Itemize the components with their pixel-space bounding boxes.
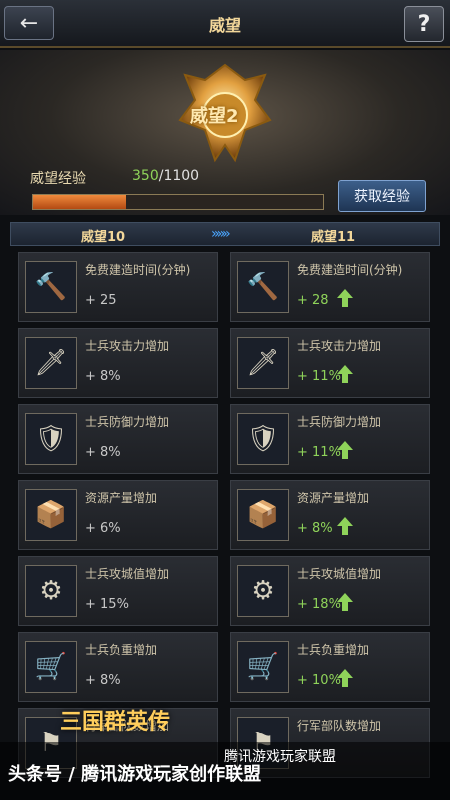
- stat-label: 士兵攻击力增加: [85, 339, 170, 353]
- help-button[interactable]: ?: [404, 6, 444, 42]
- up-arrow-icon: [337, 365, 353, 383]
- hammer-icon: 🔨: [237, 261, 289, 313]
- top-bar: ← 威望 ?: [0, 0, 450, 48]
- stat-row: 🛒 士兵负重增加 + 8% 🛒 士兵负重增加 + 10%: [18, 632, 434, 702]
- stat-value-increased: + 11%: [297, 369, 341, 384]
- stat-label: 行军部队数增加: [297, 719, 382, 733]
- stat-card-next: 🔨 免费建造时间(分钟) + 28: [230, 252, 430, 322]
- credit-text: 头条号 / 腾讯游戏玩家创作联盟: [8, 764, 262, 785]
- stat-label: 士兵防御力增加: [85, 415, 170, 429]
- stat-label: 士兵攻城值增加: [297, 567, 382, 581]
- stat-value-increased: + 28: [297, 293, 329, 308]
- resource-chest-icon: 📦: [237, 489, 289, 541]
- current-level-label: 威望10: [81, 230, 126, 245]
- game-logo: 三国群英传: [60, 710, 171, 735]
- stat-label: 资源产量增加: [85, 491, 158, 505]
- experience-label: 威望经验: [30, 171, 86, 187]
- supply-cart-icon: 🛒: [25, 641, 77, 693]
- stat-card-current: 🛡 士兵防御力增加 + 8%: [18, 404, 218, 474]
- stat-card-next: 📦 资源产量增加 + 8%: [230, 480, 430, 550]
- experience-max: /1100: [158, 168, 200, 184]
- stat-row: 🛡 士兵防御力增加 + 8% 🛡 士兵防御力增加 + 11%: [18, 404, 434, 474]
- experience-progress-bar: [32, 194, 324, 210]
- stat-value: + 25: [85, 293, 117, 308]
- level-comparison-header: 威望10 »»» 威望11: [10, 222, 440, 246]
- prestige-level-badge: 威望2: [190, 106, 239, 127]
- up-arrow-icon: [337, 517, 353, 535]
- stat-value-increased: + 18%: [297, 597, 341, 612]
- up-arrow-icon: [337, 669, 353, 687]
- up-arrow-icon: [337, 593, 353, 611]
- double-chevron-right-icon: »»»: [211, 226, 231, 242]
- stat-label: 免费建造时间(分钟): [297, 263, 403, 277]
- stat-row: 📦 资源产量增加 + 6% 📦 资源产量增加 + 8%: [18, 480, 434, 550]
- stat-row: ⚙ 士兵攻城值增加 + 15% ⚙ 士兵攻城值增加 + 18%: [18, 556, 434, 626]
- stat-value-increased: + 8%: [297, 521, 333, 536]
- catapult-icon: ⚙: [237, 565, 289, 617]
- stat-card-next: 🛡 士兵防御力增加 + 11%: [230, 404, 430, 474]
- stat-value: + 8%: [85, 369, 121, 384]
- stat-value: + 8%: [85, 445, 121, 460]
- stat-value-increased: + 11%: [297, 445, 341, 460]
- get-experience-button[interactable]: 获取经验: [338, 180, 426, 212]
- experience-current: 350: [132, 168, 159, 184]
- up-arrow-icon: [337, 441, 353, 459]
- experience-value: 350/1100: [132, 168, 199, 184]
- next-level-label: 威望11: [311, 230, 356, 245]
- prestige-hero: 威望2 威望经验 350/1100 获取经验: [0, 50, 450, 215]
- stat-card-current: 📦 资源产量增加 + 6%: [18, 480, 218, 550]
- catapult-icon: ⚙: [25, 565, 77, 617]
- stat-row: 🔨 免费建造时间(分钟) + 25 🔨 免费建造时间(分钟) + 28: [18, 252, 434, 322]
- stat-label: 士兵负重增加: [297, 643, 370, 657]
- shield-soldier-icon: 🛡: [25, 413, 77, 465]
- shield-soldier-icon: 🛡: [237, 413, 289, 465]
- stat-row: 🗡 士兵攻击力增加 + 8% 🗡 士兵攻击力增加 + 11%: [18, 328, 434, 398]
- up-arrow-icon: [337, 289, 353, 307]
- resource-chest-icon: 📦: [25, 489, 77, 541]
- experience-progress-fill: [33, 195, 126, 209]
- stat-card-current: 🗡 士兵攻击力增加 + 8%: [18, 328, 218, 398]
- stat-label: 士兵攻击力增加: [297, 339, 382, 353]
- stat-value-increased: + 10%: [297, 673, 341, 688]
- hammer-icon: 🔨: [25, 261, 77, 313]
- stat-card-next: 🛒 士兵负重增加 + 10%: [230, 632, 430, 702]
- stat-card-next: 🗡 士兵攻击力增加 + 11%: [230, 328, 430, 398]
- stat-label: 士兵负重增加: [85, 643, 158, 657]
- stat-card-current: 🛒 士兵负重增加 + 8%: [18, 632, 218, 702]
- stat-value: + 15%: [85, 597, 129, 612]
- stat-label: 免费建造时间(分钟): [85, 263, 191, 277]
- stat-label: 士兵攻城值增加: [85, 567, 170, 581]
- stat-value: + 8%: [85, 673, 121, 688]
- watermark-bar: 腾讯游戏玩家联盟 头条号 / 腾讯游戏玩家创作联盟: [0, 742, 450, 800]
- stat-card-current: 🔨 免费建造时间(分钟) + 25: [18, 252, 218, 322]
- sword-soldier-icon: 🗡: [25, 337, 77, 389]
- stat-card-current: ⚙ 士兵攻城值增加 + 15%: [18, 556, 218, 626]
- stat-value: + 6%: [85, 521, 121, 536]
- supply-cart-icon: 🛒: [237, 641, 289, 693]
- page-title: 威望: [208, 16, 241, 35]
- question-mark-icon: ?: [417, 11, 431, 37]
- sword-soldier-icon: 🗡: [237, 337, 289, 389]
- stat-label: 资源产量增加: [297, 491, 370, 505]
- stat-card-next: ⚙ 士兵攻城值增加 + 18%: [230, 556, 430, 626]
- stat-label: 士兵防御力增加: [297, 415, 382, 429]
